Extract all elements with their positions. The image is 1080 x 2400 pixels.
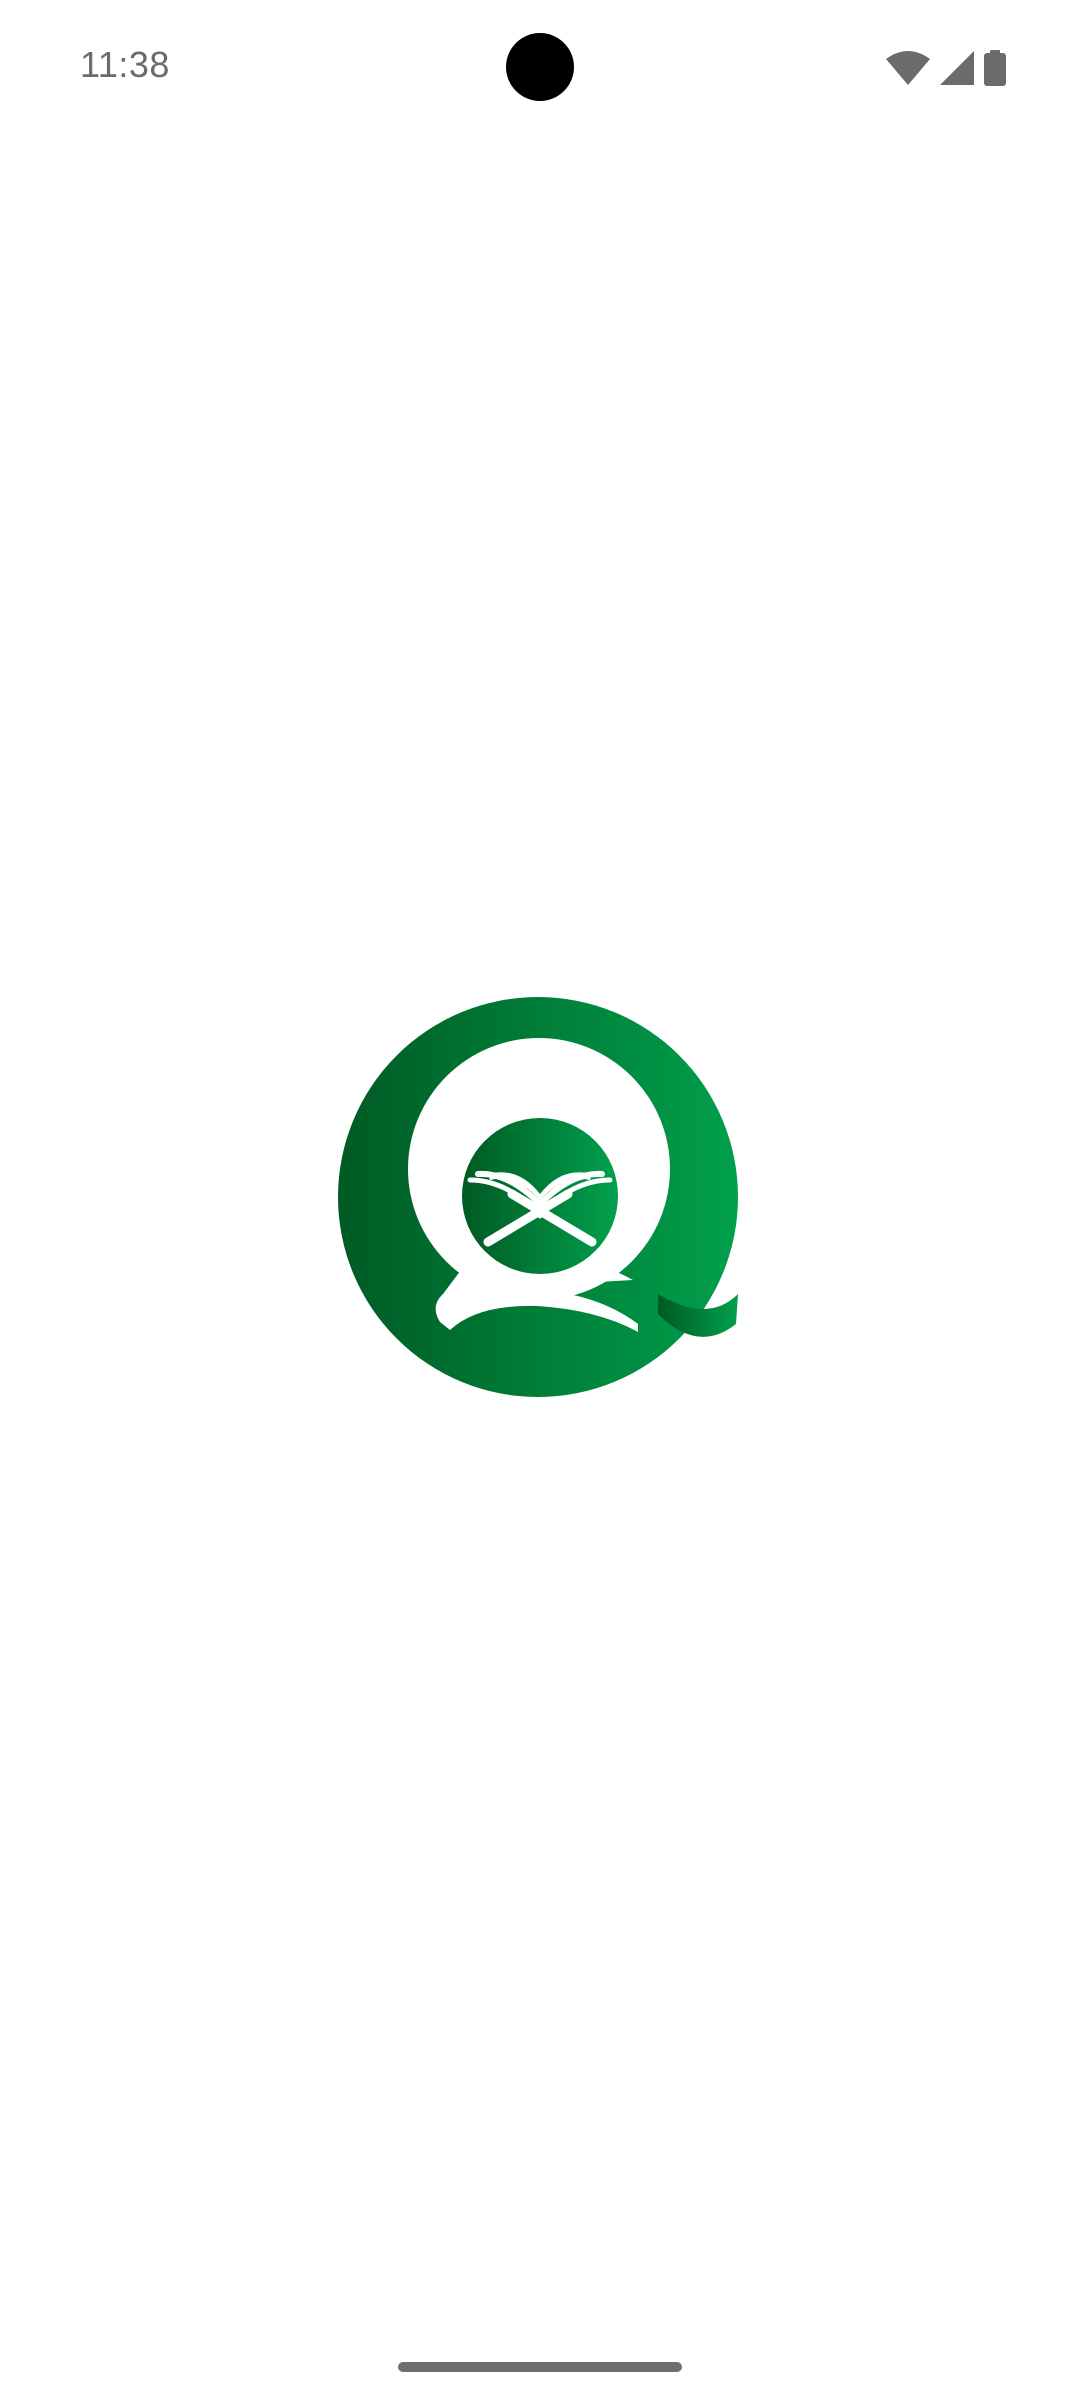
battery-icon [984,50,1006,86]
front-camera-cutout [506,33,574,101]
splash-screen: 11:38 [0,0,1080,2400]
gesture-navigation-handle[interactable] [398,2362,682,2372]
status-icons [886,48,1006,88]
status-bar: 11:38 [0,0,1080,136]
status-time: 11:38 [80,44,170,85]
quran-app-logo [338,994,744,1400]
wifi-icon [886,51,930,85]
cellular-signal-icon [940,51,974,85]
